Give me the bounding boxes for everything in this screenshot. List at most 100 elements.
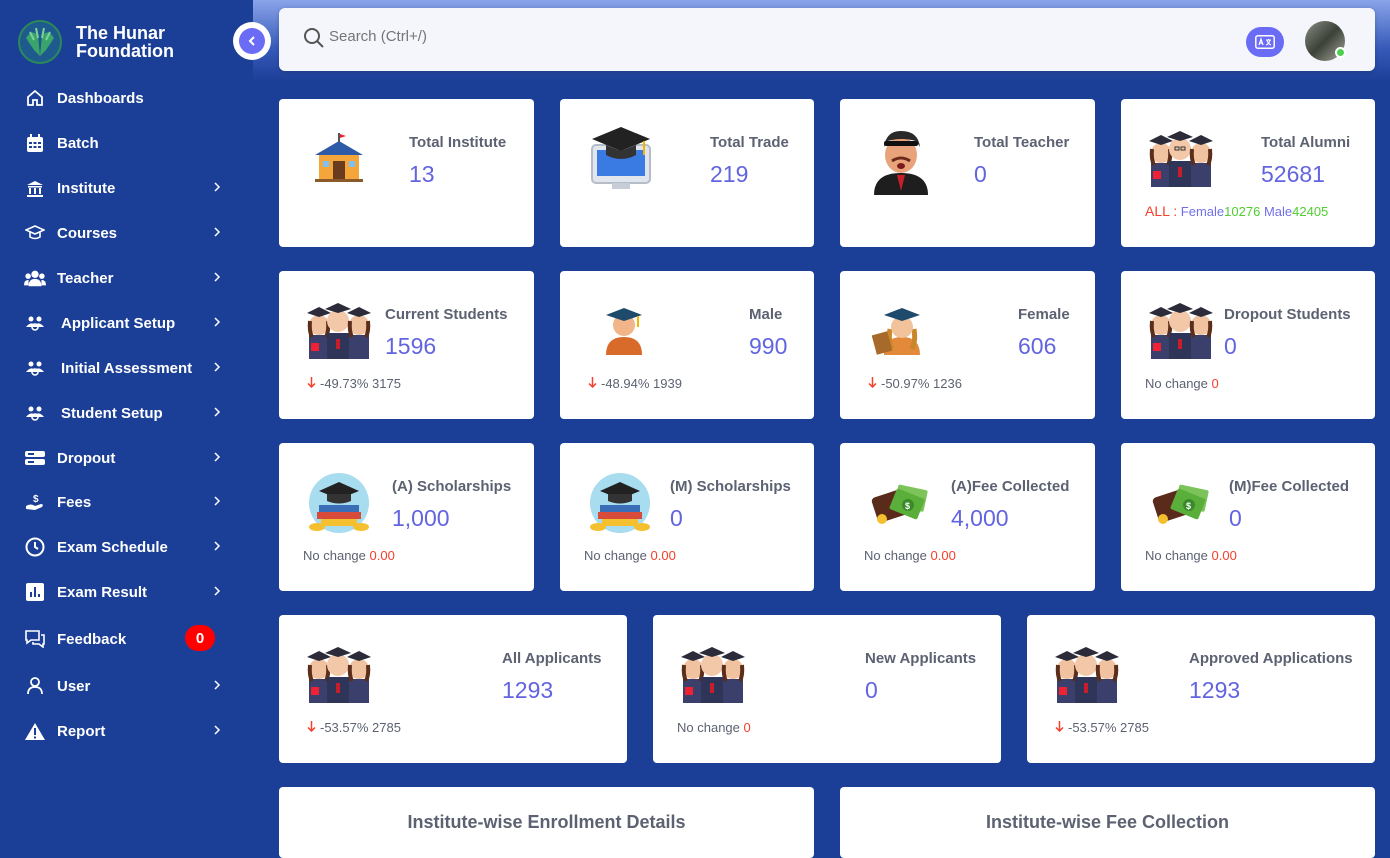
- stat-card-current-students[interactable]: Current Students 1596 -49.73% 3175: [279, 271, 534, 419]
- stat-value: 13: [409, 161, 435, 187]
- no-change-label: No change: [677, 720, 740, 735]
- people-gear-icon: [24, 357, 46, 379]
- sidebar-item-feedback[interactable]: Feedback 0: [0, 617, 253, 661]
- stat-value: 1293: [1189, 677, 1241, 703]
- svg-text:$: $: [1186, 501, 1191, 511]
- students-group-icon: [681, 647, 745, 703]
- stat-change: No change 0.00: [584, 548, 676, 563]
- sidebar-item-institute[interactable]: Institute: [0, 166, 253, 210]
- monitor-grad-cap-icon: [591, 127, 651, 189]
- stat-title: (M) Scholarships: [670, 478, 791, 495]
- language-button[interactable]: [1246, 27, 1284, 57]
- stat-card-a-fee-collected[interactable]: $ (A)Fee Collected 4,000 No change 0.00: [840, 443, 1095, 591]
- stat-title: (M)Fee Collected: [1229, 478, 1350, 495]
- stat-value: 606: [1018, 333, 1057, 359]
- sidebar-item-student-setup[interactable]: Student Setup: [0, 391, 253, 435]
- sidebar-item-user[interactable]: User: [0, 664, 253, 708]
- brand-name: The Hunar Foundation: [76, 24, 196, 60]
- scholarship-icon: [590, 473, 650, 533]
- stat-card-dropout-students[interactable]: Dropout Students 0 No change 0: [1121, 271, 1375, 419]
- arrow-down-icon: [307, 721, 316, 732]
- chevron-right-icon: [214, 725, 221, 735]
- stat-title: Approved Applications: [1189, 650, 1353, 667]
- user-avatar[interactable]: [1305, 21, 1346, 61]
- sidebar-item-dropout[interactable]: Dropout: [0, 436, 253, 480]
- stat-change: No change 0.00: [303, 548, 395, 563]
- no-change-label: No change: [584, 548, 647, 563]
- stat-title: Total Institute: [409, 134, 507, 151]
- calendar-icon: [24, 132, 46, 154]
- panel-title: Institute-wise Fee Collection: [985, 812, 1230, 832]
- sidebar-item-exam-result[interactable]: Exam Result: [0, 570, 253, 614]
- change-value: 0.00: [930, 548, 956, 563]
- arrow-down-icon: [1055, 721, 1064, 732]
- enrollment-details-panel: Institute-wise Enrollment Details: [279, 787, 814, 858]
- clock-icon: [24, 536, 46, 558]
- sidebar-item-label: Applicant Setup: [61, 314, 176, 332]
- stat-value: 1,000: [392, 505, 450, 531]
- stat-title: Female: [1018, 306, 1070, 323]
- previous-value: 2785: [1120, 720, 1149, 735]
- sidebar-item-batch[interactable]: Batch: [0, 121, 253, 165]
- stat-title: Total Teacher: [974, 134, 1070, 151]
- stat-card-new-applicants[interactable]: New Applicants 0 No change 0: [653, 615, 1001, 763]
- header-bar: [279, 8, 1375, 71]
- chevron-right-icon: [214, 407, 221, 417]
- previous-value: 1236: [933, 376, 962, 391]
- warning-icon: [24, 720, 46, 742]
- hand-coin-icon: $: [24, 491, 46, 513]
- users-icon: [24, 267, 46, 289]
- change-percent: -53.57%: [320, 720, 369, 735]
- sidebar-item-label: Dashboards: [57, 89, 144, 107]
- sidebar-item-initial-assessment[interactable]: Initial Assessment: [0, 346, 253, 390]
- sidebar-item-label: Exam Result: [57, 583, 148, 601]
- stat-value: 1293: [502, 677, 554, 703]
- brand[interactable]: The Hunar Foundation: [16, 20, 196, 64]
- sidebar-item-label: User: [57, 677, 91, 695]
- sidebar-item-applicant-setup[interactable]: Applicant Setup: [0, 301, 253, 345]
- sidebar: The Hunar Foundation Dashboards Batch In…: [0, 0, 253, 858]
- sidebar-item-label: Batch: [57, 134, 99, 152]
- user-icon: [24, 675, 46, 697]
- search-input[interactable]: [329, 28, 729, 45]
- stat-title: Total Alumni: [1261, 134, 1351, 151]
- wallet-money-icon: $: [871, 484, 928, 524]
- stat-card-female[interactable]: Female 606 -50.97% 1236: [840, 271, 1095, 419]
- sidebar-item-label: Student Setup: [61, 404, 163, 422]
- stat-card-approved-applications[interactable]: Approved Applications 1293 -53.57% 2785: [1027, 615, 1375, 763]
- no-change-label: No change: [1145, 548, 1208, 563]
- stat-change: No change 0: [1145, 376, 1219, 391]
- stat-card-m-scholarships[interactable]: (M) Scholarships 0 No change 0.00: [560, 443, 814, 591]
- sidebar-collapse-button[interactable]: [233, 22, 271, 60]
- stat-card-total-teacher[interactable]: Total Teacher 0: [840, 99, 1095, 247]
- sidebar-item-label: Dropout: [57, 449, 116, 467]
- arrow-down-icon: [868, 377, 877, 388]
- brand-name-line1: The Hunar: [76, 23, 166, 43]
- stat-card-all-applicants[interactable]: All Applicants 1293 -53.57% 2785: [279, 615, 627, 763]
- sidebar-item-dashboards[interactable]: Dashboards: [0, 76, 253, 120]
- search-icon[interactable]: [303, 27, 325, 49]
- sidebar-item-teacher[interactable]: Teacher: [0, 256, 253, 300]
- stat-card-m-fee-collected[interactable]: $ (M)Fee Collected 0 No change 0.00: [1121, 443, 1375, 591]
- chevron-right-icon: [214, 452, 221, 462]
- stat-card-a-scholarships[interactable]: (A) Scholarships 1,000 No change 0.00: [279, 443, 534, 591]
- sidebar-item-fees[interactable]: $ Fees: [0, 480, 253, 524]
- people-gear-icon: [24, 312, 46, 334]
- sidebar-item-exam-schedule[interactable]: Exam Schedule: [0, 525, 253, 569]
- change-percent: -49.73%: [320, 376, 369, 391]
- fee-collection-panel: Institute-wise Fee Collection: [840, 787, 1375, 858]
- stat-change: -53.57% 2785: [1055, 720, 1149, 735]
- stat-title: (A)Fee Collected: [951, 478, 1070, 495]
- stat-change: -53.57% 2785: [307, 720, 401, 735]
- sidebar-item-courses[interactable]: Courses: [0, 211, 253, 255]
- change-value: 0.00: [650, 548, 676, 563]
- stat-card-total-institute[interactable]: Total Institute 13: [279, 99, 534, 247]
- sidebar-item-label: Teacher: [57, 269, 114, 287]
- stat-card-total-alumni[interactable]: Total Alumni 52681 ALL : Female10276 Mal…: [1121, 99, 1375, 247]
- chevron-right-icon: [214, 362, 221, 372]
- sidebar-item-report[interactable]: Report: [0, 709, 253, 753]
- chevron-right-icon: [214, 227, 221, 237]
- stat-value: 1596: [385, 333, 437, 359]
- stat-card-total-trade[interactable]: Total Trade 219: [560, 99, 814, 247]
- stat-card-male[interactable]: Male 990 -48.94% 1939: [560, 271, 814, 419]
